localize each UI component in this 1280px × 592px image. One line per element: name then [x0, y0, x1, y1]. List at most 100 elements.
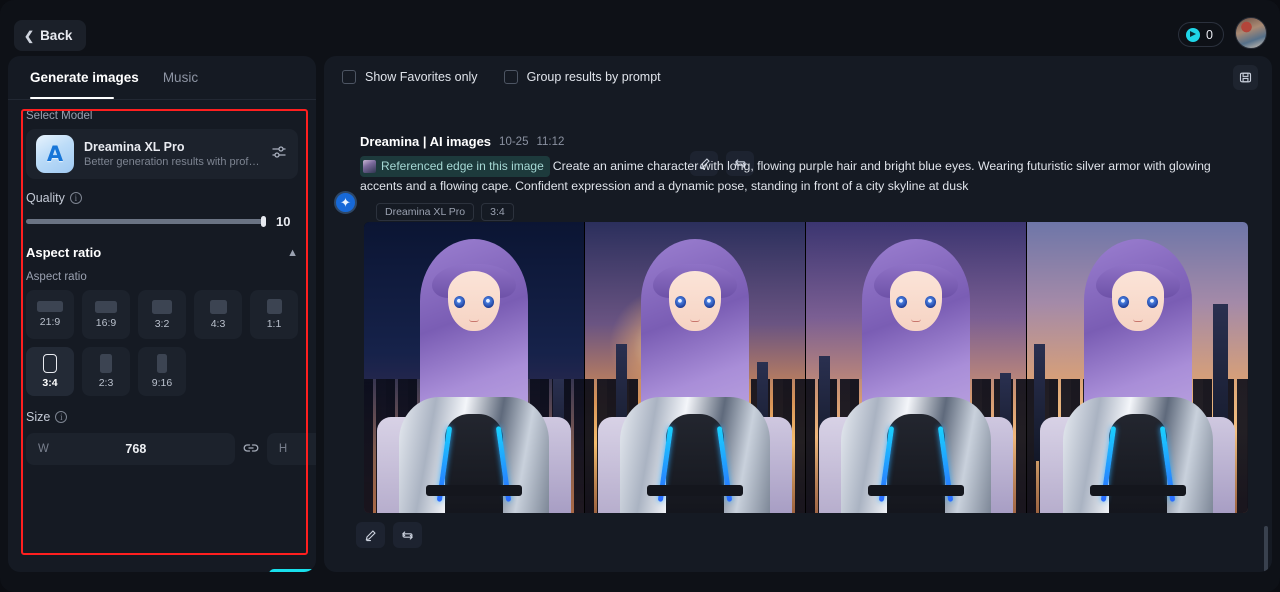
aspect-ratio-section-title: Aspect ratio: [26, 245, 102, 260]
result-tags: Dreamina XL Pro 3:4: [376, 203, 1264, 221]
aspect-ratio-option-label: 4:3: [210, 317, 226, 330]
quality-slider[interactable]: [26, 216, 266, 227]
show-favorites-only-label: Show Favorites only: [365, 70, 478, 84]
user-avatar[interactable]: [1235, 17, 1267, 49]
aspect-ratio-option-label: 16:9: [95, 316, 117, 329]
back-button[interactable]: ❮ Back: [14, 20, 87, 51]
checkbox-icon[interactable]: [342, 70, 356, 84]
aspect-ratio-grid: 21:9 16:9 3:2 4:3 1:1 3:4 2:3 9:16: [26, 290, 298, 396]
coin-icon: [1186, 27, 1201, 42]
aspect-ratio-option-21-9[interactable]: 21:9: [26, 290, 74, 339]
aspect-ratio-option-1-1[interactable]: 1:1: [250, 290, 298, 339]
settings-body: Select Model A Dreamina XL Pro Better ge…: [8, 100, 316, 465]
model-name: Dreamina XL Pro: [84, 139, 185, 154]
edit-pencil-icon[interactable]: [356, 522, 385, 548]
aspect-ratio-option-label: 3:4: [42, 377, 58, 389]
sliders-icon[interactable]: [270, 143, 288, 166]
quality-slider-handle[interactable]: [261, 216, 266, 227]
quality-value: 10: [276, 214, 291, 229]
result-gallery: [364, 222, 1248, 513]
show-favorites-only-checkbox[interactable]: Show Favorites only: [342, 70, 478, 84]
size-label-row: Size i: [26, 410, 298, 424]
chevron-left-icon: ❮: [24, 28, 35, 43]
ratio-shape-icon: [43, 354, 57, 373]
results-scrollbar-thumb[interactable]: [1264, 526, 1268, 572]
result-image-2[interactable]: [585, 222, 805, 513]
tab-music[interactable]: Music: [163, 56, 198, 100]
aspect-ratio-option-2-3[interactable]: 2:3: [82, 347, 130, 396]
ratio-shape-icon: [95, 300, 117, 313]
sparkle-icon: ✦: [334, 191, 357, 214]
height-field[interactable]: H: [266, 433, 316, 465]
result-image-1[interactable]: [364, 222, 584, 513]
aspect-ratio-option-16-9[interactable]: 16:9: [82, 290, 130, 339]
left-settings-panel: Generate images Music Select Model A Dre…: [8, 56, 316, 572]
back-button-label: Back: [40, 28, 73, 43]
aspect-ratio-option-3-2[interactable]: 3:2: [138, 290, 186, 339]
aspect-ratio-accordion-header[interactable]: Aspect ratio ▲: [26, 245, 298, 260]
height-input[interactable]: [287, 442, 316, 456]
chevron-up-icon[interactable]: ▲: [287, 247, 298, 259]
size-label: Size: [26, 410, 51, 424]
model-info: Dreamina XL Pro Better generation result…: [84, 139, 260, 170]
width-key-label: W: [38, 443, 49, 455]
ratio-shape-icon: [209, 299, 227, 314]
aspect-ratio-option-label: 3:2: [154, 317, 170, 330]
model-badge-icon: A: [36, 135, 74, 173]
ratio-shape-icon: [37, 301, 63, 312]
aspect-ratio-option-label: 2:3: [98, 377, 114, 389]
aspect-ratio-option-label: 9:16: [151, 377, 173, 389]
info-icon[interactable]: i: [69, 192, 82, 204]
model-description: Better generation results with profe…: [84, 155, 260, 168]
height-key-label: H: [278, 443, 288, 455]
model-selector-card[interactable]: A Dreamina XL Pro Better generation resu…: [26, 129, 298, 179]
prompt-text-block: Referenced edge in this image Create an …: [360, 156, 1240, 196]
ratio-shape-icon: [157, 354, 167, 373]
link-icon[interactable]: [243, 442, 259, 457]
bot-name: Dreamina | AI images: [360, 134, 492, 149]
tab-generate-images[interactable]: Generate images: [30, 56, 139, 100]
folder-save-icon[interactable]: [1233, 65, 1258, 90]
message-header: Dreamina | AI images 10-25 11:12: [334, 134, 1264, 149]
tag-model: Dreamina XL Pro: [376, 203, 475, 221]
aspect-ratio-sub-label: Aspect ratio: [26, 271, 87, 283]
tag-aspect-ratio: 3:4: [481, 203, 514, 221]
result-image-4[interactable]: [1027, 222, 1248, 513]
quality-slider-fill: [26, 219, 264, 224]
quality-label-row: Quality i: [26, 191, 298, 205]
info-icon[interactable]: i: [55, 411, 68, 423]
credits-badge[interactable]: 0: [1178, 22, 1224, 47]
try-free-badge: Try free: [269, 569, 316, 572]
aspect-ratio-option-9-16[interactable]: 9:16: [138, 347, 186, 396]
bottom-result-actions: [356, 522, 422, 548]
ratio-shape-icon: [100, 354, 112, 373]
reference-chip-label: Referenced edge in this image: [381, 159, 544, 173]
regenerate-loop-icon[interactable]: [393, 522, 422, 548]
results-panel: Show Favorites only Group results by pro…: [324, 56, 1272, 572]
group-results-by-prompt-label: Group results by prompt: [526, 70, 661, 84]
size-inputs-row: W H: [26, 433, 316, 465]
aspect-ratio-option-4-3[interactable]: 4:3: [194, 290, 242, 339]
aspect-ratio-option-label: 21:9: [39, 316, 61, 328]
select-model-label: Select Model: [26, 110, 93, 122]
message-date: 10-25: [499, 135, 529, 148]
panel-tabs: Generate images Music: [8, 56, 316, 100]
tab-generate-images-label: Generate images: [30, 70, 139, 85]
top-bar: ❮ Back 0: [0, 0, 1280, 54]
reference-chip[interactable]: Referenced edge in this image: [360, 156, 550, 177]
reference-thumbnail-icon: [363, 160, 376, 173]
aspect-ratio-option-label: 1:1: [266, 318, 282, 330]
filters-bar: Show Favorites only Group results by pro…: [324, 56, 1272, 98]
result-image-3[interactable]: [806, 222, 1026, 513]
credits-value: 0: [1206, 27, 1213, 42]
width-input[interactable]: [48, 442, 223, 456]
group-results-by-prompt-checkbox[interactable]: Group results by prompt: [503, 70, 661, 84]
ratio-shape-icon: [152, 299, 172, 314]
dreamina-app-window: ❮ Back 0 Generate images Music Select Mo…: [0, 0, 1280, 592]
aspect-ratio-option-3-4[interactable]: 3:4: [26, 347, 74, 396]
width-field[interactable]: W: [26, 433, 235, 465]
tab-music-label: Music: [162, 70, 199, 85]
checkbox-icon[interactable]: [503, 70, 518, 84]
message-time: 11:12: [536, 135, 565, 148]
ratio-shape-icon: [266, 299, 282, 314]
